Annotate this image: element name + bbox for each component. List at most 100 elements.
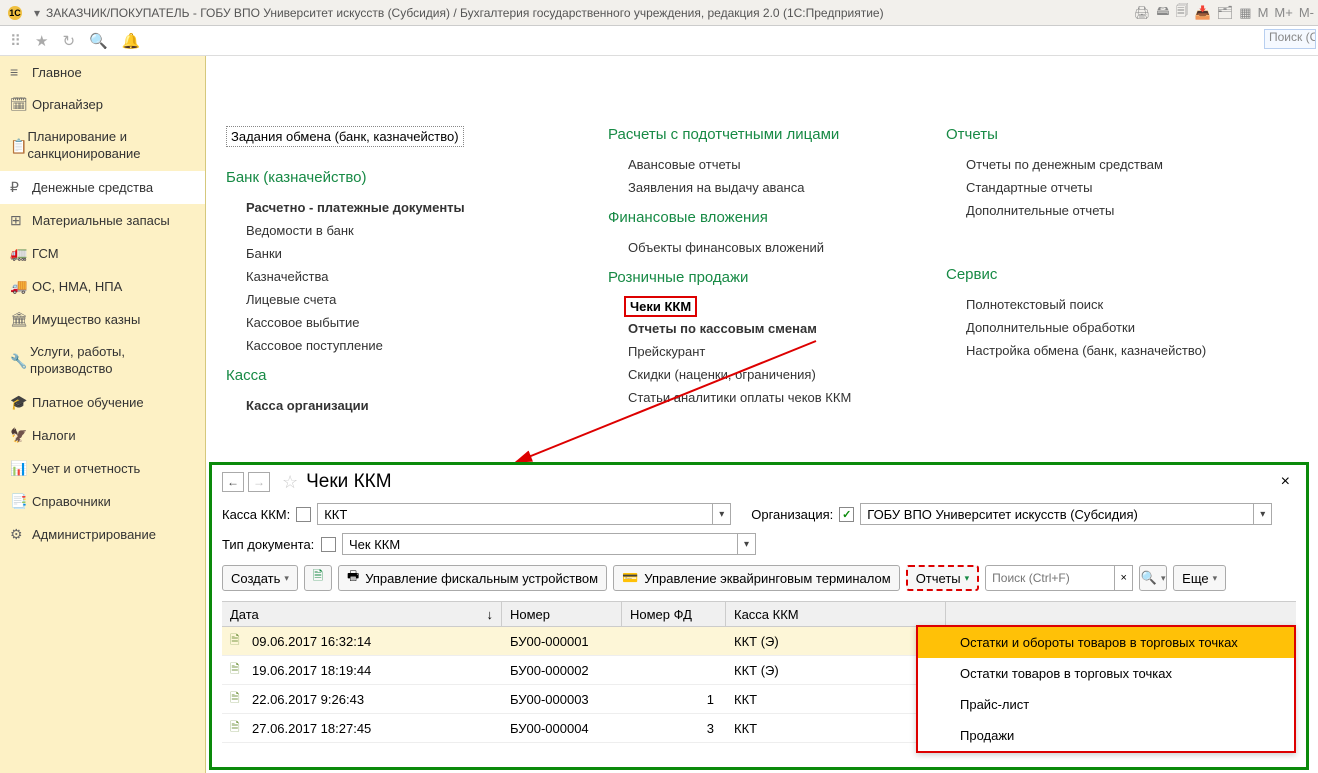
tool-icon[interactable]: 🗂 (1217, 5, 1234, 21)
filter-kkm-checkbox[interactable] (296, 507, 311, 522)
link-advance-reports[interactable]: Авансовые отчеты (608, 153, 908, 176)
sidebar-item-taxes[interactable]: 🦅Налоги (0, 419, 205, 452)
menu-item-balances-turnover[interactable]: Остатки и обороты товаров в торговых точ… (918, 627, 1294, 658)
link-payment-docs[interactable]: Расчетно - платежные документы (226, 196, 546, 219)
filter-org-checkbox[interactable]: ✓ (839, 507, 854, 522)
sidebar-item-directories[interactable]: 📑Справочники (0, 485, 205, 518)
document-icon: 🗎 (230, 631, 246, 652)
link-pricelist[interactable]: Прейскурант (608, 340, 908, 363)
link-cash-out[interactable]: Кассовое выбытие (226, 311, 546, 334)
sidebar-item-treasury[interactable]: 🏛Имущество казны (0, 303, 205, 336)
nav-back-button[interactable]: ← (222, 472, 244, 492)
sidebar-item-label: Материальные запасы (32, 213, 170, 228)
search-top-input[interactable]: Поиск (Ct (1264, 29, 1316, 49)
section-accountable: Расчеты с подотчетными лицами (608, 126, 908, 143)
titlebar-tools: 🖨 🖴 🗐 📥 🗂 ▦ M M+ M- (1134, 2, 1318, 24)
exchange-tasks-link[interactable]: Задания обмена (банк, казначейство) (226, 126, 464, 147)
grid-icon: ⊞ (10, 212, 32, 229)
link-discounts[interactable]: Скидки (наценки, ограничения) (608, 363, 908, 386)
sidebar-item-education[interactable]: 🎓Платное обучение (0, 386, 205, 419)
tool-icon[interactable]: ▦ (1239, 5, 1251, 21)
filter-kkm-label: Касса ККМ: (222, 507, 290, 522)
sidebar-item-main[interactable]: ≡Главное (0, 56, 205, 88)
star-icon[interactable]: ★ (35, 32, 48, 50)
close-button[interactable]: × (1275, 471, 1296, 493)
panel-header: ← → ☆ Чеки ККМ × (212, 465, 1306, 499)
reports-dropdown-menu: Остатки и обороты товаров в торговых точ… (916, 625, 1296, 753)
chevron-down-icon[interactable]: ▾ (1254, 503, 1272, 525)
tool-icon[interactable]: 🗐 (1176, 2, 1189, 24)
favorite-icon[interactable]: ☆ (282, 472, 298, 493)
search-button[interactable]: 🔍▾ (1139, 565, 1167, 591)
filter-org-label: Организация: (751, 507, 833, 522)
link-analytics-articles[interactable]: Статьи аналитики оплаты чеков ККМ (608, 386, 908, 409)
history-icon[interactable]: ↻ (62, 32, 75, 50)
bell-icon[interactable]: 🔔 (122, 32, 141, 50)
sidebar-item-gsm[interactable]: 🚛ГСМ (0, 237, 205, 270)
sidebar-item-label: Услуги, работы, производство (30, 344, 195, 378)
sidebar-item-money[interactable]: ₽Денежные средства (0, 171, 205, 204)
sidebar-item-os[interactable]: 🚚ОС, НМА, НПА (0, 270, 205, 303)
nav-forward-button[interactable]: → (248, 472, 270, 492)
menu-item-pricelist[interactable]: Прайс-лист (918, 689, 1294, 720)
acquiring-button[interactable]: 💳Управление эквайринговым терминалом (613, 565, 900, 591)
subheader: ⠿ ★ ↻ 🔍 🔔 Поиск (Ct (0, 26, 1318, 56)
filter-org-select[interactable]: ГОБУ ВПО Университет искусств (Субсидия) (860, 503, 1254, 525)
link-money-reports[interactable]: Отчеты по денежным средствам (946, 153, 1246, 176)
link-fulltext-search[interactable]: Полнотекстовый поиск (946, 293, 1246, 316)
menu-item-sales[interactable]: Продажи (918, 720, 1294, 751)
sidebar-item-planning[interactable]: 📋Планирование и санкционирование (0, 121, 205, 171)
m-plus-label[interactable]: M+ (1274, 5, 1292, 20)
filter-doctype-checkbox[interactable] (321, 537, 336, 552)
m-label[interactable]: M (1258, 5, 1269, 20)
link-extra-processing[interactable]: Дополнительные обработки (946, 316, 1246, 339)
link-kkm-checks[interactable]: Чеки ККМ (624, 296, 697, 317)
link-advance-requests[interactable]: Заявления на выдачу аванса (608, 176, 908, 199)
sidebar-item-accounting[interactable]: 📊Учет и отчетность (0, 452, 205, 485)
link-bank-sheets[interactable]: Ведомости в банк (226, 219, 546, 242)
column-kkm[interactable]: Касса ККМ (726, 602, 946, 626)
tool-icon[interactable]: 📥 (1195, 5, 1211, 21)
chevron-down-icon[interactable]: ▾ (713, 503, 731, 525)
sidebar-item-services[interactable]: 🔧Услуги, работы, производство (0, 336, 205, 386)
sidebar-item-label: Налоги (32, 428, 76, 443)
search-icon[interactable]: 🔍 (89, 32, 108, 50)
link-investment-objects[interactable]: Объекты финансовых вложений (608, 236, 908, 259)
sidebar-item-materials[interactable]: ⊞Материальные запасы (0, 204, 205, 237)
tool-icon[interactable]: 🖴 (1156, 2, 1169, 24)
link-exchange-setup[interactable]: Настройка обмена (банк, казначейство) (946, 339, 1246, 362)
refresh-button[interactable]: 🗎 (304, 565, 332, 591)
link-additional-reports[interactable]: Дополнительные отчеты (946, 199, 1246, 222)
column-date[interactable]: Дата↓ (222, 602, 502, 626)
grid-icon[interactable]: ⠿ (10, 32, 21, 50)
content-area: Задания обмена (банк, казначейство) Банк… (206, 56, 1318, 773)
column-fd[interactable]: Номер ФД (622, 602, 726, 626)
filter-doctype-select[interactable]: Чек ККМ (342, 533, 738, 555)
delivery-icon: 🚚 (10, 278, 32, 295)
link-accounts[interactable]: Лицевые счета (226, 288, 546, 311)
reports-button[interactable]: Отчеты▾ (906, 565, 979, 591)
link-cash-in[interactable]: Кассовое поступление (226, 334, 546, 357)
link-standard-reports[interactable]: Стандартные отчеты (946, 176, 1246, 199)
link-banks[interactable]: Банки (226, 242, 546, 265)
filter-kkm-select[interactable]: ККТ (317, 503, 713, 525)
link-treasuries[interactable]: Казначейства (226, 265, 546, 288)
sidebar-item-organizer[interactable]: 🗓Органайзер (0, 88, 205, 121)
panel-toolbar: Создать▾ 🗎 🖶Управление фискальным устрой… (212, 559, 1306, 597)
clear-search-button[interactable]: × (1115, 565, 1133, 591)
sidebar-item-admin[interactable]: ⚙Администрирование (0, 518, 205, 551)
tool-icon[interactable]: 🖨 (1134, 5, 1151, 21)
menu-item-balances[interactable]: Остатки товаров в торговых точках (918, 658, 1294, 689)
link-shift-reports[interactable]: Отчеты по кассовым сменам (608, 317, 908, 340)
link-org-cash[interactable]: Касса организации (226, 394, 546, 417)
fiscal-button[interactable]: 🖶Управление фискальным устройством (338, 565, 607, 591)
link-kkm-checks-label: Чеки ККМ (630, 299, 691, 314)
m-minus-label[interactable]: M- (1299, 5, 1314, 20)
dropdown-icon[interactable]: ▾ (34, 6, 40, 20)
filter-row-2: Тип документа: Чек ККМ ▾ (212, 529, 1306, 559)
create-button[interactable]: Создать▾ (222, 565, 298, 591)
more-button[interactable]: Еще▾ (1173, 565, 1226, 591)
column-num[interactable]: Номер (502, 602, 622, 626)
chevron-down-icon[interactable]: ▾ (738, 533, 756, 555)
search-input[interactable] (985, 565, 1115, 591)
